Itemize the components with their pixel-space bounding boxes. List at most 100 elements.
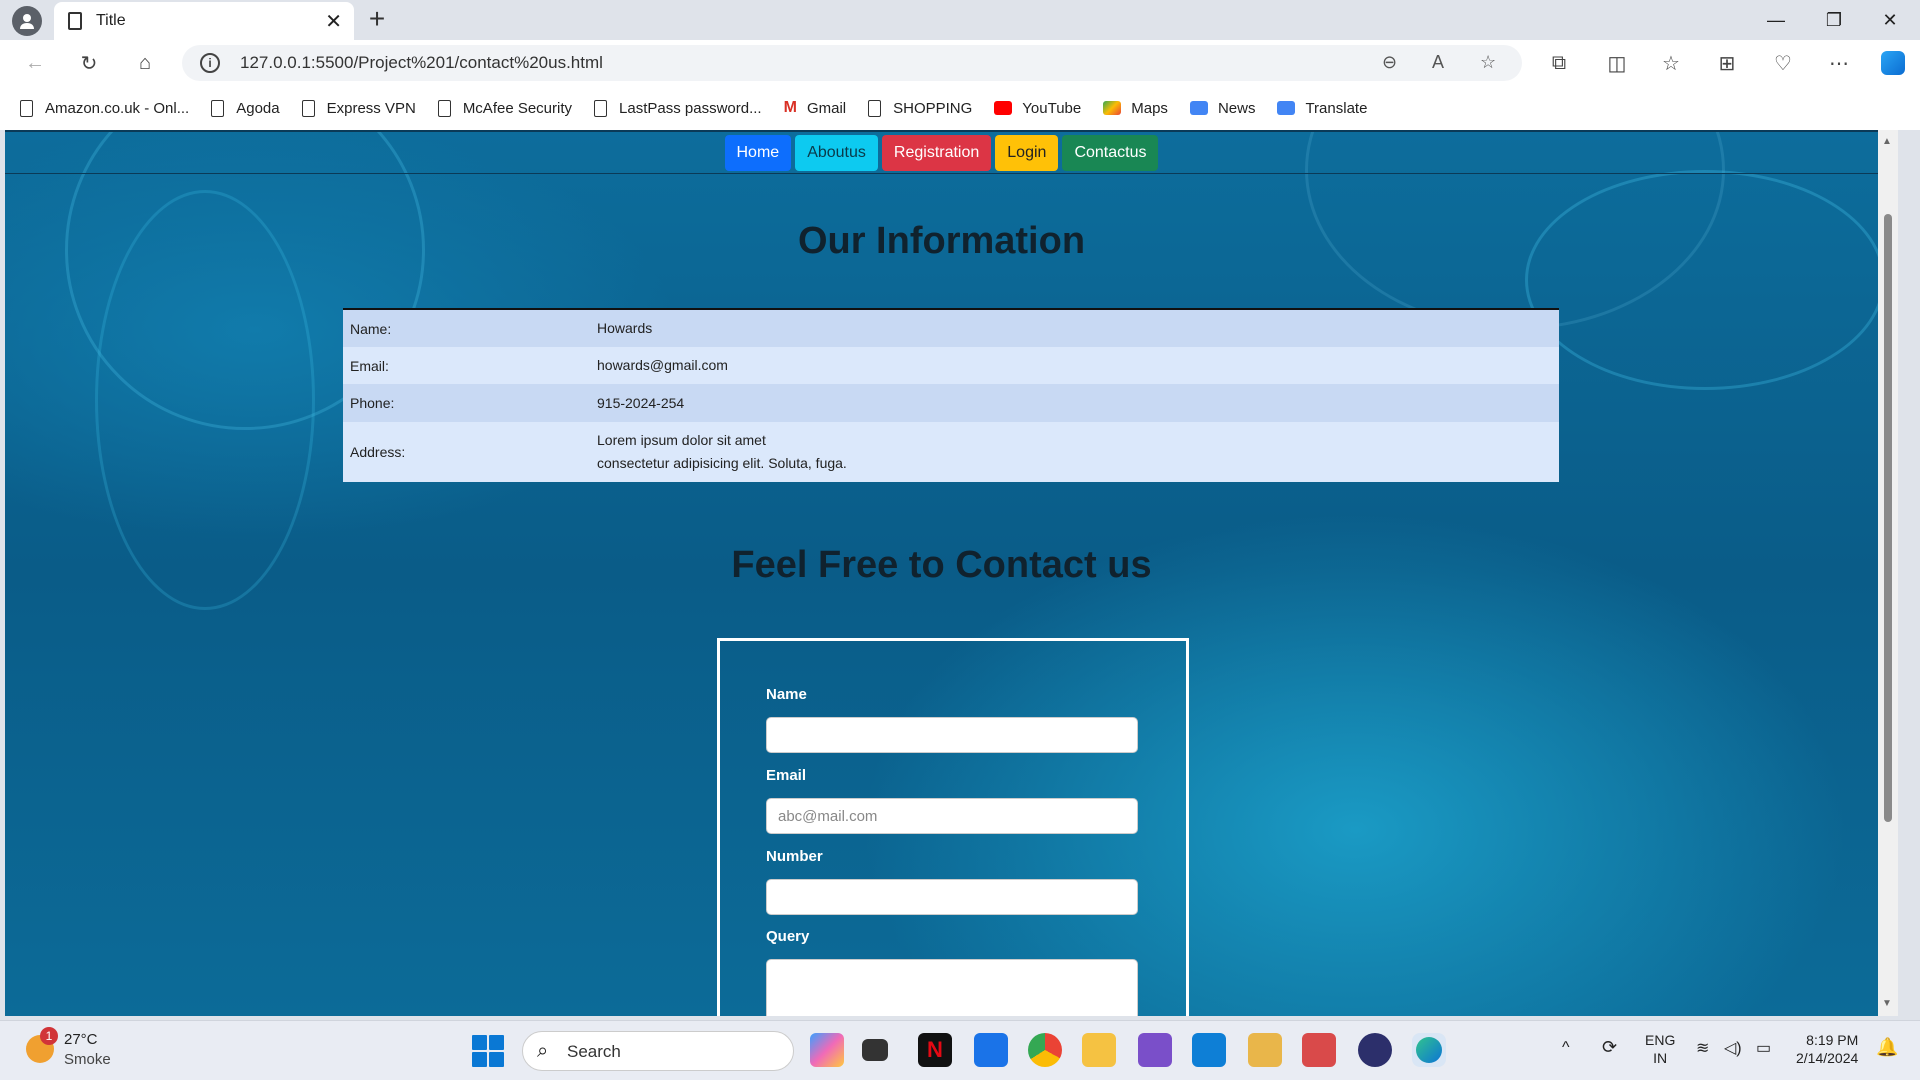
clock[interactable]: 8:19 PM 2/14/2024 (1796, 1031, 1858, 1067)
netflix-icon[interactable]: N (918, 1033, 952, 1067)
news-icon (1189, 101, 1208, 115)
split-screen-icon[interactable]: ◫ (1600, 46, 1634, 80)
bookmark-lastpass[interactable]: LastPass password... (594, 99, 762, 117)
browser-tab[interactable]: Title ✕ (54, 2, 354, 40)
refresh-icon[interactable]: ↻ (72, 46, 106, 80)
copilot-app-icon[interactable] (810, 1033, 844, 1067)
minimize-icon[interactable]: — (1748, 0, 1804, 40)
app-icon[interactable] (1248, 1033, 1282, 1067)
bookmark-youtube[interactable]: YouTube (994, 100, 1081, 117)
edge-icon[interactable] (1412, 1033, 1446, 1067)
nav-registration-button[interactable]: Registration (881, 134, 992, 171)
bookmark-label: News (1217, 99, 1256, 117)
visual-studio-icon[interactable] (1138, 1033, 1172, 1067)
bookmark-gmail[interactable]: M Gmail (784, 99, 847, 117)
home-icon[interactable]: ⌂ (128, 46, 162, 80)
table-row: Phone: 915-2024-254 (343, 384, 1559, 422)
collections-icon[interactable]: ⊞ (1710, 46, 1744, 80)
query-field[interactable] (766, 959, 1138, 1016)
info-key: Phone: (350, 395, 395, 411)
taskbar-search[interactable]: ⌕ Search (522, 1031, 794, 1071)
bookmark-mcafee[interactable]: McAfee Security (437, 99, 572, 117)
info-table: Name: Howards Email: howards@gmail.com P… (343, 308, 1559, 482)
battery-icon[interactable]: ▭ (1756, 1038, 1771, 1058)
extensions-icon[interactable]: ⧉ (1542, 46, 1576, 80)
bookmark-agoda[interactable]: Agoda (211, 99, 280, 117)
nav-aboutus-button[interactable]: Aboutus (795, 134, 878, 171)
zoom-out-icon[interactable]: ⊖ (1382, 52, 1397, 73)
name-field[interactable] (766, 717, 1138, 753)
browser-toolbar: ← ↻ ⌂ i 127.0.0.1:5500/Project%201/conta… (0, 40, 1920, 86)
nav-contactus-button[interactable]: Contactus (1062, 134, 1159, 171)
bookmark-amazon[interactable]: Amazon.co.uk - Onl... (20, 99, 189, 117)
gmail-icon: M (783, 99, 797, 116)
store-icon[interactable] (974, 1033, 1008, 1067)
taskbar: 1 27°C Smoke ⌕ Search N ^ ⟳ ENG IN ≋ ◁) … (0, 1020, 1920, 1080)
read-aloud-icon[interactable]: A (1432, 52, 1444, 73)
page-icon (68, 12, 82, 30)
lang-line-2: IN (1653, 1050, 1668, 1066)
app-icon[interactable] (1302, 1033, 1336, 1067)
volume-icon[interactable]: ◁) (1724, 1038, 1742, 1058)
bookmark-label: Gmail (806, 99, 847, 117)
translate-icon (1277, 101, 1296, 115)
bookmark-label: Express VPN (326, 99, 416, 117)
nav-login-button[interactable]: Login (995, 134, 1059, 171)
bookmark-translate[interactable]: Translate (1277, 100, 1367, 117)
wifi-icon[interactable]: ≋ (1696, 1038, 1709, 1058)
sync-icon[interactable]: ⟳ (1602, 1037, 1617, 1058)
file-explorer-icon[interactable] (1082, 1033, 1116, 1067)
site-info-icon[interactable]: i (200, 53, 220, 73)
address-bar[interactable]: i 127.0.0.1:5500/Project%201/contact%20u… (182, 45, 1522, 81)
bookmark-label: LastPass password... (619, 99, 762, 117)
chrome-icon[interactable] (1028, 1033, 1062, 1067)
scroll-down-icon[interactable]: ▼ (1882, 998, 1892, 1009)
url-text[interactable]: 127.0.0.1:5500/Project%201/contact%20us.… (240, 53, 603, 73)
info-value: Howards (597, 320, 653, 336)
copilot-icon[interactable] (1876, 46, 1910, 80)
number-field[interactable] (766, 879, 1138, 915)
bookmark-shopping[interactable]: SHOPPING (868, 99, 973, 117)
close-window-icon[interactable]: ✕ (1862, 0, 1918, 40)
more-menu-icon[interactable]: ⋯ (1822, 46, 1856, 80)
address-line-1: Lorem ipsum dolor sit amet (597, 432, 766, 448)
windows-start-icon[interactable] (472, 1035, 504, 1067)
info-key: Email: (350, 357, 389, 374)
notification-bell-icon[interactable]: 🔔 (1876, 1037, 1898, 1058)
close-tab-icon[interactable]: ✕ (325, 9, 342, 34)
new-tab-icon[interactable]: + (362, 4, 392, 34)
maps-icon (1103, 101, 1122, 115)
info-value: howards@gmail.com (597, 357, 728, 373)
scroll-up-icon[interactable]: ▲ (1882, 136, 1892, 147)
back-icon[interactable]: ← (18, 46, 52, 80)
page-icon (20, 99, 33, 117)
bookmark-maps[interactable]: Maps (1103, 100, 1168, 117)
browser-essentials-icon[interactable]: ♡ (1766, 46, 1800, 80)
bookmark-label: SHOPPING (893, 99, 973, 117)
restore-icon[interactable]: ❐ (1806, 0, 1862, 40)
eclipse-icon[interactable] (1358, 1033, 1392, 1067)
weather-badge: 1 (40, 1027, 58, 1045)
page-icon (301, 99, 315, 117)
vscode-icon[interactable] (1192, 1033, 1226, 1067)
bookmarks-bar: Amazon.co.uk - Onl... Agoda Express VPN … (0, 86, 1920, 130)
query-label: Query (766, 928, 810, 945)
nav-home-button[interactable]: Home (724, 134, 792, 171)
task-view-icon[interactable] (862, 1039, 888, 1061)
bookmark-news[interactable]: News (1189, 99, 1256, 117)
email-field[interactable] (766, 798, 1138, 834)
email-label: Email (766, 767, 807, 784)
bookmark-label: Translate (1305, 99, 1368, 117)
bookmark-express-vpn[interactable]: Express VPN (301, 99, 416, 117)
number-label: Number (766, 848, 823, 865)
contact-form: Name Email Number Query (717, 638, 1189, 1016)
favorites-icon[interactable]: ☆ (1654, 46, 1688, 80)
weather-temp[interactable]: 27°C (64, 1031, 98, 1048)
show-hidden-icons[interactable]: ^ (1562, 1039, 1570, 1057)
favorite-star-icon[interactable]: ☆ (1480, 52, 1496, 73)
profile-icon[interactable] (12, 6, 42, 36)
scroll-thumb[interactable] (1884, 214, 1892, 822)
weather-desc[interactable]: Smoke (64, 1051, 111, 1068)
page-scrollbar[interactable]: ▲ ▼ (1878, 130, 1898, 1016)
language-indicator[interactable]: ENG IN (1645, 1031, 1675, 1067)
